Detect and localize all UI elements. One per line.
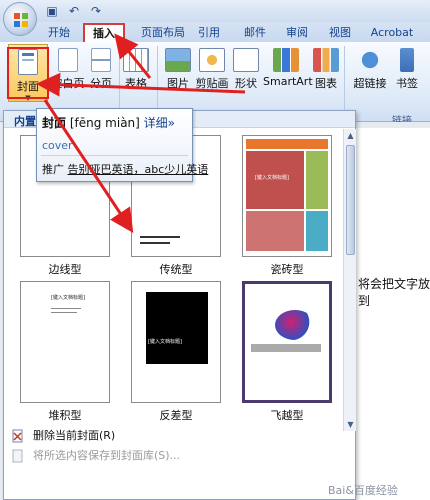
table-button[interactable]: 表格 <box>121 44 151 102</box>
blank-page-label: 空白页 <box>51 77 85 90</box>
table-icon <box>123 48 149 72</box>
tooltip-detail-link[interactable]: 详细» <box>144 116 175 130</box>
smartart-icon <box>273 48 299 72</box>
tab-references[interactable]: 引用 <box>196 24 222 42</box>
tooltip-translation: cover <box>42 139 73 152</box>
watermark: Bai&百度经验 <box>328 484 398 497</box>
ribbon-separator <box>157 46 158 112</box>
tab-view[interactable]: 视图 <box>323 24 357 42</box>
undo-icon[interactable]: ↶ <box>66 3 82 19</box>
smartart-button[interactable]: SmartArt <box>263 44 313 102</box>
bookmark-label: 书签 <box>396 77 418 90</box>
save-icon[interactable]: ▣ <box>44 3 60 19</box>
save-to-gallery-label: 将所选内容保存到封面库(S)... <box>33 449 181 462</box>
cover-label-sideline: 边线型 <box>48 263 82 276</box>
bookmark-icon <box>400 48 414 72</box>
tab-acrobat[interactable]: Acrobat <box>366 24 418 42</box>
page-break-button[interactable]: 分页 <box>86 44 116 102</box>
save-to-gallery-item[interactable]: 将所选内容保存到封面库(S)... <box>9 447 349 465</box>
clipart-icon <box>199 48 225 72</box>
tab-insert[interactable]: 插入 <box>83 23 125 43</box>
thumb-title-text: [键入文档标题] <box>148 339 182 345</box>
gallery-scrollbar[interactable]: ▲ ▼ <box>343 129 356 431</box>
title-bar: ▣ ↶ ↷ <box>0 0 430 22</box>
cover-thumb-contrast[interactable]: [键入文档标题] <box>131 281 221 403</box>
cover-label-stacks: 堆积型 <box>48 409 82 422</box>
office-logo-icon <box>14 13 28 27</box>
chart-label: 图表 <box>315 77 337 90</box>
tooltip-pinyin: [fēng miàn] <box>69 116 140 130</box>
cover-label-exposure: 飞越型 <box>270 409 304 422</box>
hyperlink-button[interactable]: 超链接 <box>350 44 390 102</box>
chart-button[interactable]: 图表 <box>312 44 340 102</box>
tooltip-word: 封面 <box>42 116 67 130</box>
redo-icon[interactable]: ↷ <box>88 3 104 19</box>
picture-button[interactable]: 图片 <box>163 44 193 102</box>
blank-page-icon <box>58 48 78 72</box>
page-break-label: 分页 <box>90 77 112 90</box>
cover-thumb-stacks[interactable]: [键入文档标题] <box>20 281 110 403</box>
office-button[interactable] <box>3 2 37 36</box>
remove-cover-page-item[interactable]: 删除当前封面(R) <box>9 427 349 445</box>
blank-page-button[interactable]: 空白页 <box>50 44 86 102</box>
clipart-button[interactable]: 剪贴画 <box>194 44 230 102</box>
scroll-up-icon[interactable]: ▲ <box>344 129 357 142</box>
tooltip-divider <box>41 155 188 156</box>
dictionary-tooltip: 封面 [fēng miàn] 详细» cover 推广 告别哑巴英语，abc少儿… <box>36 108 208 182</box>
hyperlink-icon <box>357 48 383 72</box>
hyperlink-label: 超链接 <box>353 77 387 90</box>
thumb-title-text: [键入文档标题] <box>51 295 85 301</box>
clipart-label: 剪贴画 <box>195 77 229 90</box>
picture-icon <box>165 48 191 72</box>
save-to-gallery-icon <box>12 449 23 463</box>
chart-icon <box>313 48 339 72</box>
cover-thumb-tiles[interactable]: [键入文档标题] <box>242 135 332 257</box>
tooltip-header: 封面 [fēng miàn] 详细» <box>42 114 175 131</box>
shapes-label: 形状 <box>235 77 257 90</box>
tab-home[interactable]: 开始 <box>44 24 74 42</box>
smartart-label: SmartArt <box>263 75 313 88</box>
cover-thumb-exposure[interactable] <box>242 281 332 403</box>
shapes-button[interactable]: 形状 <box>232 44 260 102</box>
thumb-title-text: [键入文档标题] <box>255 175 289 181</box>
page-break-icon <box>91 48 111 72</box>
tab-page-layout[interactable]: 页面布局 <box>130 24 196 42</box>
delete-page-icon <box>12 429 23 443</box>
remove-cover-page-label: 删除当前封面(R) <box>33 429 116 442</box>
shapes-icon <box>233 48 259 72</box>
ribbon-tabs: 开始 插入 页面布局 引用 邮件 审阅 视图 Acrobat <box>0 22 430 43</box>
cover-label-tiles: 瓷砖型 <box>270 263 304 276</box>
picture-label: 图片 <box>167 77 189 90</box>
gallery-header-label: 内置 <box>14 115 36 128</box>
quick-access-toolbar: ▣ ↶ ↷ <box>44 3 104 19</box>
tooltip-promo: 推广 告别哑巴英语，abc少儿英语 <box>42 161 208 177</box>
tab-review[interactable]: 审阅 <box>280 24 314 42</box>
table-label: 表格 <box>125 77 147 90</box>
ribbon-separator <box>119 46 120 112</box>
cover-label-contrast: 反差型 <box>159 409 193 422</box>
highlight-box-cover <box>7 47 49 99</box>
tooltip-promo-prefix: 推广 <box>42 163 64 176</box>
ribbon-separator <box>344 46 345 112</box>
bookmark-button[interactable]: 书签 <box>392 44 422 102</box>
document-text: 将会把文字放到 <box>358 277 430 308</box>
cover-label-traditional: 传统型 <box>159 263 193 276</box>
scroll-thumb[interactable] <box>346 145 355 255</box>
tooltip-promo-link[interactable]: 告别哑巴英语，abc少儿英语 <box>68 163 209 176</box>
tab-mailings[interactable]: 邮件 <box>238 24 272 42</box>
